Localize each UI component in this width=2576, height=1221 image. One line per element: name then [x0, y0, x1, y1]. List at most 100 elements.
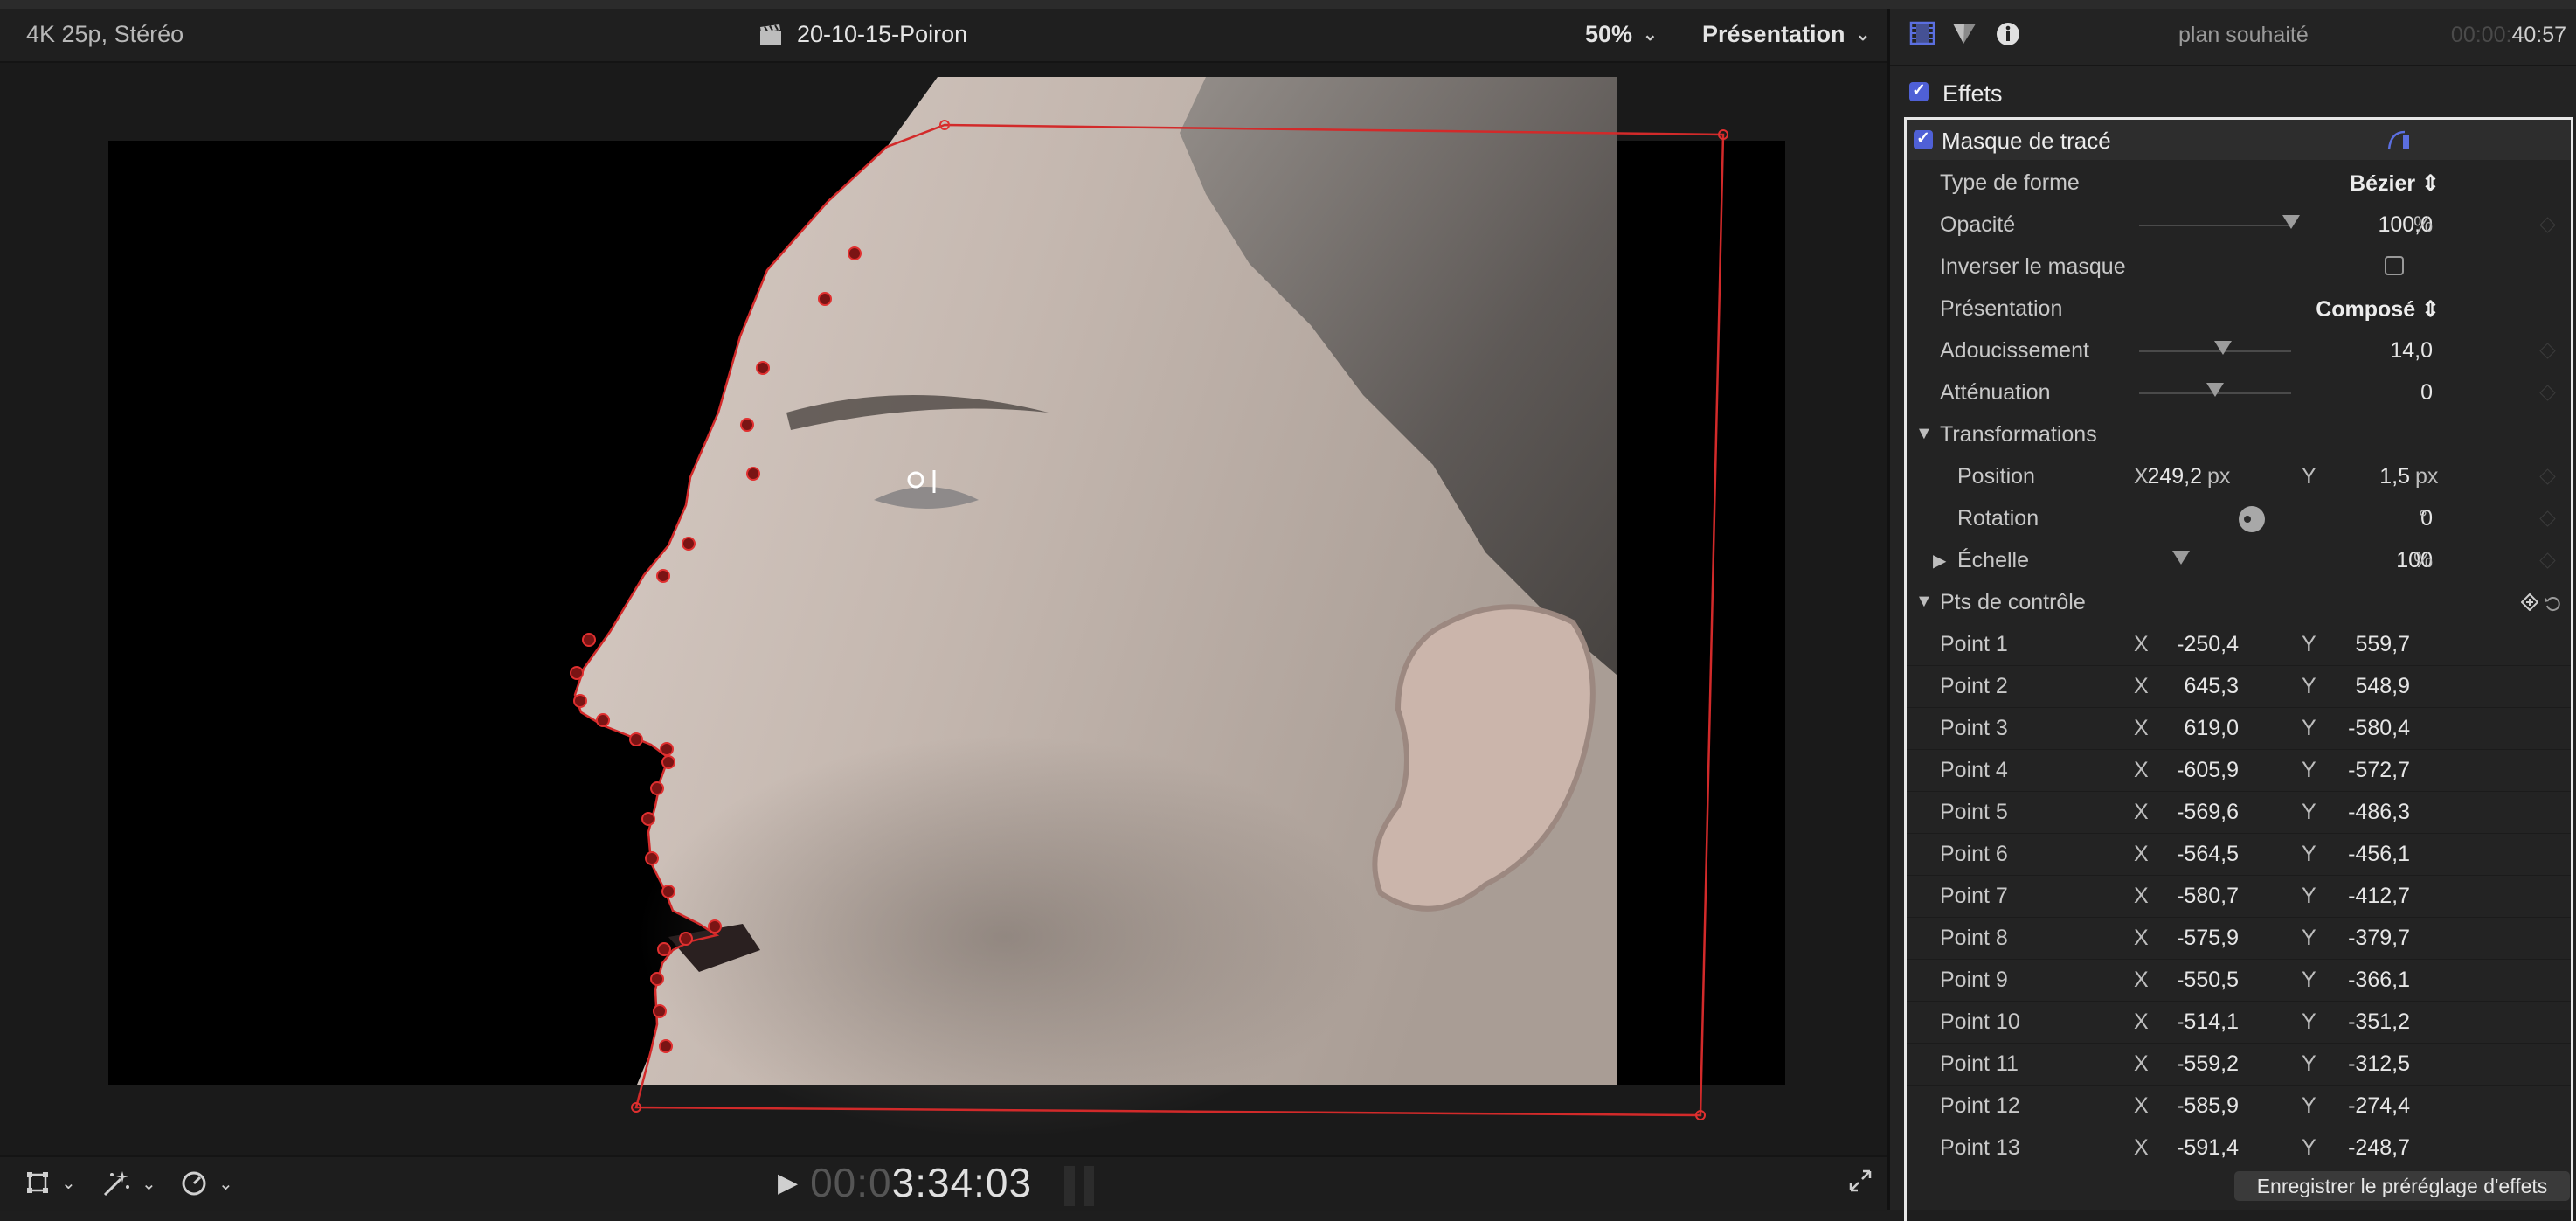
control-point-x-value[interactable]: -250,4: [2177, 632, 2239, 657]
mask-control-point[interactable]: [746, 467, 760, 481]
control-point-label: Point 3: [1940, 716, 2008, 740]
mask-control-point[interactable]: [570, 666, 584, 680]
view-menu[interactable]: Présentation ⌄: [1702, 21, 1870, 48]
falloff-slider-knob[interactable]: [2206, 383, 2224, 397]
scale-keyframe-icon[interactable]: [2539, 552, 2556, 569]
control-point-x-axis: X: [2134, 968, 2149, 992]
control-point-x-value[interactable]: -591,4: [2177, 1135, 2239, 1161]
control-point-y-value[interactable]: -412,7: [2348, 884, 2410, 909]
control-point-y-value[interactable]: 548,9: [2355, 674, 2410, 699]
rotation-dial-icon[interactable]: [2237, 504, 2267, 534]
falloff-keyframe-icon[interactable]: [2539, 385, 2556, 401]
info-inspector-tab-icon[interactable]: [1995, 21, 2021, 47]
control-point-x-value[interactable]: -585,9: [2177, 1093, 2239, 1119]
mask-overlay[interactable]: [0, 63, 1887, 1155]
mask-control-point[interactable]: [650, 781, 664, 795]
disclosure-down-icon[interactable]: ▼: [1915, 592, 1933, 612]
control-point-y-value[interactable]: -248,7: [2348, 1135, 2410, 1161]
color-inspector-tab-icon[interactable]: [1951, 21, 1977, 45]
position-x-value[interactable]: 249,2: [2147, 464, 2202, 489]
control-point-x-value[interactable]: -605,9: [2177, 758, 2239, 783]
draw-mask-enable-checkbox[interactable]: [1914, 128, 1933, 149]
reset-icon[interactable]: [2543, 593, 2562, 613]
control-points-row[interactable]: ▼ Pts de contrôle: [1907, 581, 2571, 623]
fullscreen-icon[interactable]: [1847, 1168, 1873, 1194]
control-point-x-axis: X: [2134, 1051, 2149, 1076]
mask-control-point[interactable]: [661, 885, 675, 898]
control-point-x-value[interactable]: -564,5: [2177, 842, 2239, 867]
control-point-x-value[interactable]: -550,5: [2177, 968, 2239, 993]
disclosure-down-icon[interactable]: ▼: [1915, 424, 1933, 444]
mask-control-point[interactable]: [629, 732, 643, 746]
control-point-y-value[interactable]: -366,1: [2348, 968, 2410, 993]
falloff-value[interactable]: 0: [2420, 380, 2433, 406]
control-point-y-value[interactable]: -486,3: [2348, 800, 2410, 825]
mask-control-point[interactable]: [645, 851, 659, 865]
mask-control-point[interactable]: [682, 537, 696, 551]
draw-mask-header[interactable]: Masque de tracé: [1907, 120, 2571, 160]
control-point-y-value[interactable]: -379,7: [2348, 926, 2410, 951]
position-y-value[interactable]: 1,5: [2379, 464, 2410, 489]
feather-slider-knob[interactable]: [2213, 341, 2232, 355]
opacity-slider-knob[interactable]: [2282, 215, 2300, 229]
control-point-x-value[interactable]: 645,3: [2184, 674, 2239, 699]
mask-control-point[interactable]: [659, 1039, 673, 1053]
scale-label: Échelle: [1957, 548, 2029, 572]
control-point-y-value[interactable]: -572,7: [2348, 758, 2410, 783]
control-point-x-value[interactable]: -559,2: [2177, 1051, 2239, 1077]
control-point-y-value[interactable]: -580,4: [2348, 716, 2410, 741]
retime-tool-menu[interactable]: ⌄: [180, 1169, 233, 1197]
transforms-row[interactable]: ▼ Transformations: [1907, 413, 2571, 455]
zoom-menu[interactable]: 50% ⌄: [1585, 21, 1658, 48]
mask-control-point[interactable]: [650, 972, 664, 986]
control-point-x-value[interactable]: -514,1: [2177, 1009, 2239, 1035]
control-point-x-value[interactable]: -580,7: [2177, 884, 2239, 909]
mask-control-point[interactable]: [653, 1004, 667, 1018]
control-point-x-value[interactable]: 619,0: [2184, 716, 2239, 741]
control-point-label: Point 5: [1940, 800, 2008, 824]
mask-control-point[interactable]: [740, 418, 754, 432]
mask-control-point[interactable]: [756, 361, 770, 375]
control-point-y-value[interactable]: -274,4: [2348, 1093, 2410, 1119]
invert-mask-checkbox[interactable]: [2385, 256, 2404, 275]
mask-control-point[interactable]: [660, 742, 674, 756]
opacity-slider[interactable]: [2139, 225, 2291, 226]
rotation-keyframe-icon[interactable]: [2539, 510, 2556, 527]
feather-value[interactable]: 14,0: [2390, 338, 2433, 364]
position-keyframe-icon[interactable]: [2539, 468, 2556, 485]
scale-slider-knob[interactable]: [2172, 551, 2190, 565]
add-keyframe-icon[interactable]: [2521, 593, 2538, 611]
viewer-canvas[interactable]: [0, 63, 1887, 1155]
mask-control-point[interactable]: [582, 633, 596, 647]
mask-control-point[interactable]: [708, 919, 722, 933]
mask-control-point[interactable]: [596, 713, 610, 727]
effects-enable-checkbox[interactable]: [1909, 80, 1929, 101]
mask-control-point[interactable]: [818, 292, 832, 306]
control-point-x-value[interactable]: -569,6: [2177, 800, 2239, 825]
play-icon[interactable]: ▶: [778, 1168, 798, 1198]
opacity-keyframe-icon[interactable]: [2539, 217, 2556, 233]
control-point-y-value[interactable]: -312,5: [2348, 1051, 2410, 1077]
control-point-y-value[interactable]: 559,7: [2355, 632, 2410, 657]
shape-type-popup[interactable]: Bézier ⇕: [2350, 170, 2440, 197]
disclosure-right-icon[interactable]: ▶: [1933, 550, 1946, 572]
save-effects-preset-button[interactable]: Enregistrer le préréglage d'effets: [2234, 1171, 2570, 1201]
presentation-popup[interactable]: Composé ⇕: [2316, 296, 2440, 323]
mask-control-point[interactable]: [657, 942, 671, 956]
feather-keyframe-icon[interactable]: [2539, 343, 2556, 359]
mask-control-point[interactable]: [573, 694, 587, 708]
control-point-y-value[interactable]: -456,1: [2348, 842, 2410, 867]
control-point-y-value[interactable]: -351,2: [2348, 1009, 2410, 1035]
mask-shape-icon[interactable]: [2386, 127, 2412, 153]
enhance-tool-menu[interactable]: ⌄: [101, 1169, 156, 1197]
video-inspector-tab-icon[interactable]: [1909, 21, 1935, 45]
control-point-x-value[interactable]: -575,9: [2177, 926, 2239, 951]
timecode-display[interactable]: 00:03:34:03: [810, 1159, 1032, 1206]
feather-label: Adoucissement: [1940, 338, 2089, 363]
mask-control-point[interactable]: [848, 246, 862, 260]
mask-control-point[interactable]: [641, 812, 655, 826]
mask-control-point[interactable]: [661, 755, 675, 769]
transform-tool-menu[interactable]: ⌄: [24, 1169, 76, 1196]
mask-control-point[interactable]: [656, 569, 670, 583]
mask-control-point[interactable]: [679, 932, 693, 946]
